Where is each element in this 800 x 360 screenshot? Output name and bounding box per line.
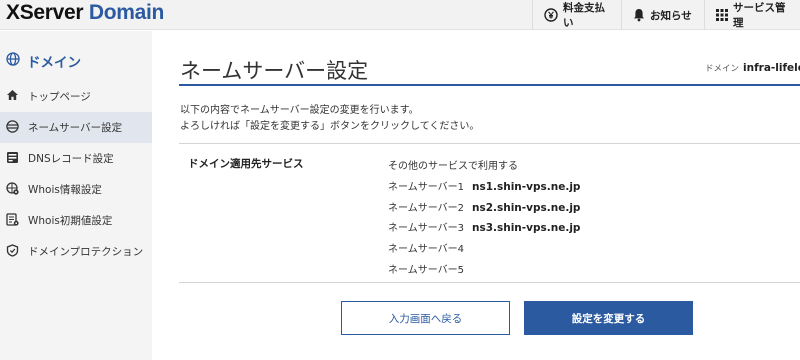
- nameserver-value: ns1.shin-vps.ne.jp: [471, 181, 581, 193]
- service-management-label: サービス管理: [733, 2, 786, 29]
- xserver-domain-logo[interactable]: XServer Domain: [6, 1, 164, 25]
- sidebar-item-label: ドメインプロテクション: [28, 246, 144, 258]
- sidebar-item-whois-default[interactable]: Whois初期値設定: [0, 205, 152, 236]
- sidebar-item-top-page[interactable]: トップページ: [0, 81, 152, 112]
- service-value: その他のサービスで利用する: [388, 161, 518, 172]
- sidebar-item-domain-protection[interactable]: ドメインプロテクション: [0, 236, 152, 267]
- sidebar-item-label: ネームサーバー設定: [28, 122, 123, 134]
- domain-prefix: ドメイン: [705, 64, 740, 74]
- nameserver-value: ns3.shin-vps.ne.jp: [471, 222, 581, 234]
- logo-text-xserver: XServer: [6, 1, 84, 24]
- shield-icon: [6, 243, 19, 260]
- document-gear-icon: [6, 212, 19, 229]
- description-line-2: よろしければ「設定を変更する」ボタンをクリックしてください。: [180, 121, 480, 132]
- yen-circle-icon: [544, 8, 558, 22]
- logo-text-domain: Domain: [88, 1, 165, 24]
- server-icon: [6, 151, 19, 167]
- sidebar-title: ドメイン: [6, 51, 81, 71]
- nameserver-label: ネームサーバー4: [388, 244, 464, 255]
- nameserver-row-4: ネームサーバー4: [388, 240, 472, 255]
- nameserver-row-2: ネームサーバー2 ns2.shin-vps.ne.jp: [388, 199, 580, 214]
- sidebar-item-whois-info[interactable]: Whois情報設定: [0, 174, 152, 205]
- nameserver-label: ネームサーバー5: [388, 265, 464, 276]
- change-settings-button[interactable]: 設定を変更する: [524, 301, 693, 335]
- description-line-1: 以下の内容でネームサーバー設定の変更を行います。: [180, 105, 419, 116]
- globe-icon: [6, 52, 20, 70]
- table-divider-top: [179, 143, 800, 144]
- service-management-button[interactable]: サービス管理: [704, 0, 800, 30]
- top-header: XServer Domain 料金支払い お知らせ サービス管理: [0, 0, 800, 30]
- payment-label: 料金支払い: [563, 2, 605, 29]
- home-icon: [6, 89, 19, 104]
- nameserver-row-3: ネームサーバー3 ns3.shin-vps.ne.jp: [388, 219, 580, 234]
- notice-button[interactable]: お知らせ: [621, 0, 704, 30]
- grid-icon: [716, 9, 728, 21]
- back-to-input-button[interactable]: 入力画面へ戻る: [341, 301, 510, 335]
- nameserver-label: ネームサーバー2: [388, 203, 464, 214]
- table-divider-bottom: [179, 282, 800, 283]
- service-label: ドメイン適用先サービス: [188, 158, 304, 170]
- sidebar-title-label: ドメイン: [27, 55, 81, 71]
- nameserver-row-5: ネームサーバー5: [388, 261, 472, 276]
- sidebar-item-label: Whois初期値設定: [28, 215, 113, 227]
- nameserver-label: ネームサーバー1: [388, 182, 464, 193]
- domain-indicator: ドメインinfra-lifelog: [705, 62, 800, 74]
- page-title: ネームサーバー設定: [180, 59, 369, 83]
- nameserver-value: ns2.shin-vps.ne.jp: [471, 202, 581, 214]
- payment-button[interactable]: 料金支払い: [532, 0, 621, 30]
- globe-lines-icon: [6, 119, 19, 136]
- sidebar: ドメイン トップページ ネームサーバー設定 DNSレコード設定 Whois情報設…: [0, 31, 152, 360]
- notice-label: お知らせ: [650, 9, 692, 22]
- globe-gear-icon: [6, 181, 19, 198]
- sidebar-item-dns-record[interactable]: DNSレコード設定: [0, 143, 152, 174]
- sidebar-item-label: DNSレコード設定: [28, 153, 114, 165]
- sidebar-item-label: トップページ: [28, 91, 91, 103]
- sidebar-item-nameserver[interactable]: ネームサーバー設定: [0, 112, 152, 143]
- sidebar-item-label: Whois情報設定: [28, 184, 102, 196]
- nameserver-row-1: ネームサーバー1 ns1.shin-vps.ne.jp: [388, 178, 580, 193]
- title-divider: [179, 84, 800, 86]
- bell-icon: [633, 8, 645, 22]
- description: 以下の内容でネームサーバー設定の変更を行います。 よろしければ「設定を変更する」…: [180, 103, 479, 135]
- nameserver-label: ネームサーバー3: [388, 223, 464, 234]
- domain-name: infra-lifelog: [743, 62, 800, 74]
